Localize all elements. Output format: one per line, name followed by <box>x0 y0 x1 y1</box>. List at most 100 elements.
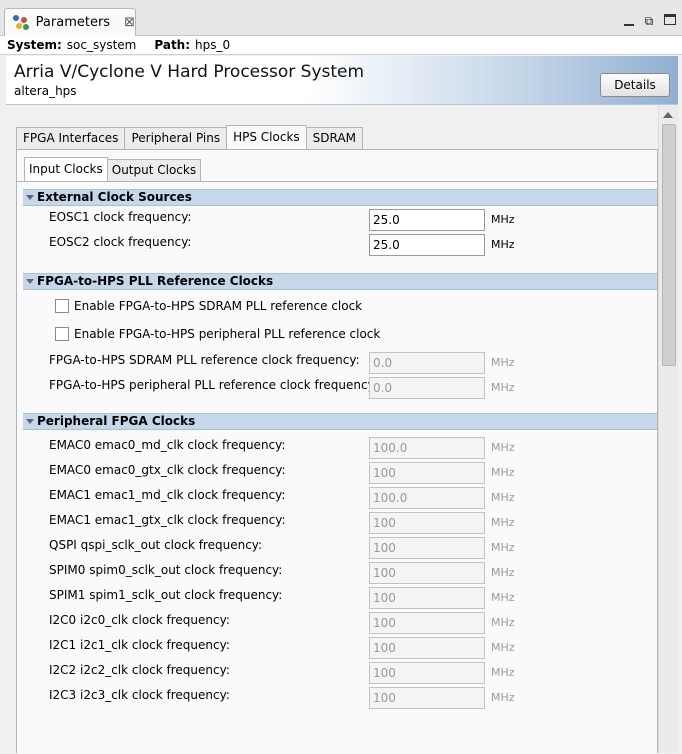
unit-label: MHz <box>491 541 515 554</box>
sdram-pll-enable-row[interactable]: Enable FPGA-to-HPS SDRAM PLL reference c… <box>17 298 657 318</box>
peripheral-clock-frequency-input <box>369 512 485 534</box>
eosc2-frequency-input[interactable] <box>369 234 485 256</box>
peripheral-pll-enable-row[interactable]: Enable FPGA-to-HPS peripheral PLL refere… <box>17 326 657 346</box>
eosc1-row: EOSC1 clock frequency: MHz <box>17 209 657 231</box>
peripheral-clock-frequency-input <box>369 437 485 459</box>
unit-label: MHz <box>491 641 515 654</box>
system-label: System: <box>7 38 62 52</box>
peripheral-clock-frequency-input <box>369 562 485 584</box>
unit-label: MHz <box>491 491 515 504</box>
field-label: EOSC1 clock frequency: <box>49 210 192 224</box>
field-label: I2C0 i2c0_clk clock frequency: <box>49 613 230 627</box>
parameters-view-tab[interactable]: Parameters ⊠ <box>4 8 136 36</box>
peripheral-clock-row: I2C0 i2c0_clk clock frequency: MHz <box>17 612 657 634</box>
peripheral-clock-frequency-input <box>369 587 485 609</box>
peripheral-clock-row: I2C2 i2c2_clk clock frequency: MHz <box>17 662 657 684</box>
unit-label: MHz <box>491 441 515 454</box>
unit-label: MHz <box>491 566 515 579</box>
peripheral-clock-row: SPIM0 spim0_sclk_out clock frequency: MHz <box>17 562 657 584</box>
section-pll-reference-clocks[interactable]: FPGA-to-HPS PLL Reference Clocks <box>23 273 657 290</box>
subtab-input-clocks[interactable]: Input Clocks <box>24 157 108 181</box>
field-label: I2C2 i2c2_clk clock frequency: <box>49 663 230 677</box>
field-label: SPIM1 spim1_sclk_out clock frequency: <box>49 588 283 602</box>
unit-label: MHz <box>491 666 515 679</box>
close-tab-icon[interactable]: ⊠ <box>124 15 135 30</box>
checkbox-label[interactable]: Enable FPGA-to-HPS peripheral PLL refere… <box>74 327 380 341</box>
parameters-panel: FPGA Interfaces Peripheral Pins HPS Cloc… <box>6 106 678 754</box>
subtab-output-clocks[interactable]: Output Clocks <box>106 159 202 181</box>
peripheral-clock-row: I2C1 i2c1_clk clock frequency: MHz <box>17 637 657 659</box>
view-tab-bar: Parameters ⊠ ⧉ <box>0 0 682 36</box>
field-label: FPGA-to-HPS SDRAM PLL reference clock fr… <box>49 353 360 367</box>
collapse-triangle-icon[interactable] <box>26 419 34 424</box>
input-clocks-content: External Clock Sources EOSC1 clock frequ… <box>17 181 657 754</box>
detach-icon[interactable]: ⧉ <box>642 14 656 28</box>
section-external-clock-sources[interactable]: External Clock Sources <box>23 189 657 206</box>
system-value: soc_system <box>66 38 137 52</box>
peripheral-clock-frequency-input <box>369 487 485 509</box>
field-label: EMAC1 emac1_gtx_clk clock frequency: <box>49 513 286 527</box>
peripheral-clock-row: EMAC0 emac0_md_clk clock frequency: MHz <box>17 437 657 459</box>
peripheral-clock-frequency-input <box>369 637 485 659</box>
scroll-up-arrow-icon[interactable] <box>663 112 673 118</box>
hps-clocks-tab-body: Input Clocks Output Clocks External Cloc… <box>16 149 658 754</box>
tab-peripheral-pins[interactable]: Peripheral Pins <box>124 127 228 149</box>
peripheral-clock-frequency-input <box>369 687 485 709</box>
peripheral-clock-row: I2C3 i2c3_clk clock frequency: MHz <box>17 687 657 709</box>
minimize-icon[interactable] <box>624 16 634 26</box>
path-label: Path: <box>154 38 191 52</box>
unit-label: MHz <box>491 356 515 369</box>
section-peripheral-fpga-clocks[interactable]: Peripheral FPGA Clocks <box>23 413 657 430</box>
sdram-pll-enable-checkbox[interactable] <box>55 299 69 313</box>
maximize-icon[interactable] <box>664 14 676 25</box>
peripheral-pll-frequency-row: FPGA-to-HPS peripheral PLL reference clo… <box>17 377 657 399</box>
field-label: EOSC2 clock frequency: <box>49 235 192 249</box>
unit-label: MHz <box>491 691 515 704</box>
system-path-bar: System: soc_system Path: hps_0 <box>0 36 682 55</box>
tab-sdram[interactable]: SDRAM <box>305 127 363 149</box>
collapse-triangle-icon[interactable] <box>26 279 34 284</box>
unit-label: MHz <box>491 591 515 604</box>
peripheral-clock-row: QSPI qspi_sclk_out clock frequency: MHz <box>17 537 657 559</box>
peripheral-clock-frequency-input <box>369 537 485 559</box>
field-label: QSPI qspi_sclk_out clock frequency: <box>49 538 263 552</box>
unit-label: MHz <box>491 381 515 394</box>
scrollbar-thumb[interactable] <box>662 124 676 366</box>
unit-label: MHz <box>491 466 515 479</box>
peripheral-clock-row: SPIM1 spim1_sclk_out clock frequency: MHz <box>17 587 657 609</box>
section-title: External Clock Sources <box>37 190 192 204</box>
section-title: FPGA-to-HPS PLL Reference Clocks <box>37 274 274 288</box>
peripheral-clock-row: EMAC0 emac0_gtx_clk clock frequency: MHz <box>17 462 657 484</box>
peripheral-clock-row: EMAC1 emac1_md_clk clock frequency: MHz <box>17 487 657 509</box>
eosc1-frequency-input[interactable] <box>369 209 485 231</box>
unit-label: MHz <box>491 616 515 629</box>
unit-label: MHz <box>491 516 515 529</box>
peripheral-clock-frequency-input <box>369 662 485 684</box>
parameters-tab-label: Parameters <box>35 15 111 30</box>
tab-fpga-interfaces[interactable]: FPGA Interfaces <box>16 127 126 149</box>
sdram-pll-frequency-row: FPGA-to-HPS SDRAM PLL reference clock fr… <box>17 352 657 374</box>
field-label: EMAC0 emac0_md_clk clock frequency: <box>49 438 286 452</box>
field-label: I2C1 i2c1_clk clock frequency: <box>49 638 230 652</box>
checkbox-label[interactable]: Enable FPGA-to-HPS SDRAM PLL reference c… <box>74 299 362 313</box>
section-title: Peripheral FPGA Clocks <box>37 414 196 428</box>
field-label: EMAC1 emac1_md_clk clock frequency: <box>49 488 286 502</box>
main-tabs: FPGA Interfaces Peripheral Pins HPS Cloc… <box>16 125 363 149</box>
peripheral-clock-frequency-input <box>369 462 485 484</box>
field-label: FPGA-to-HPS peripheral PLL reference clo… <box>49 378 378 392</box>
peripheral-clock-row: EMAC1 emac1_gtx_clk clock frequency: MHz <box>17 512 657 534</box>
details-button[interactable]: Details <box>600 73 670 97</box>
field-label: SPIM0 spim0_sclk_out clock frequency: <box>49 563 283 577</box>
tab-hps-clocks[interactable]: HPS Clocks <box>226 125 307 149</box>
window-controls: ⧉ <box>624 14 676 28</box>
sdram-pll-frequency-input <box>369 352 485 374</box>
component-subtitle: altera_hps <box>14 84 77 98</box>
unit-label: MHz <box>491 238 515 251</box>
field-label: I2C3 i2c3_clk clock frequency: <box>49 688 230 702</box>
path-value: hps_0 <box>195 38 231 52</box>
collapse-triangle-icon[interactable] <box>26 195 34 200</box>
unit-label: MHz <box>491 213 515 226</box>
clock-subtabs: Input Clocks Output Clocks <box>24 157 202 181</box>
peripheral-pll-enable-checkbox[interactable] <box>55 327 69 341</box>
vertical-scrollbar[interactable] <box>658 106 678 753</box>
